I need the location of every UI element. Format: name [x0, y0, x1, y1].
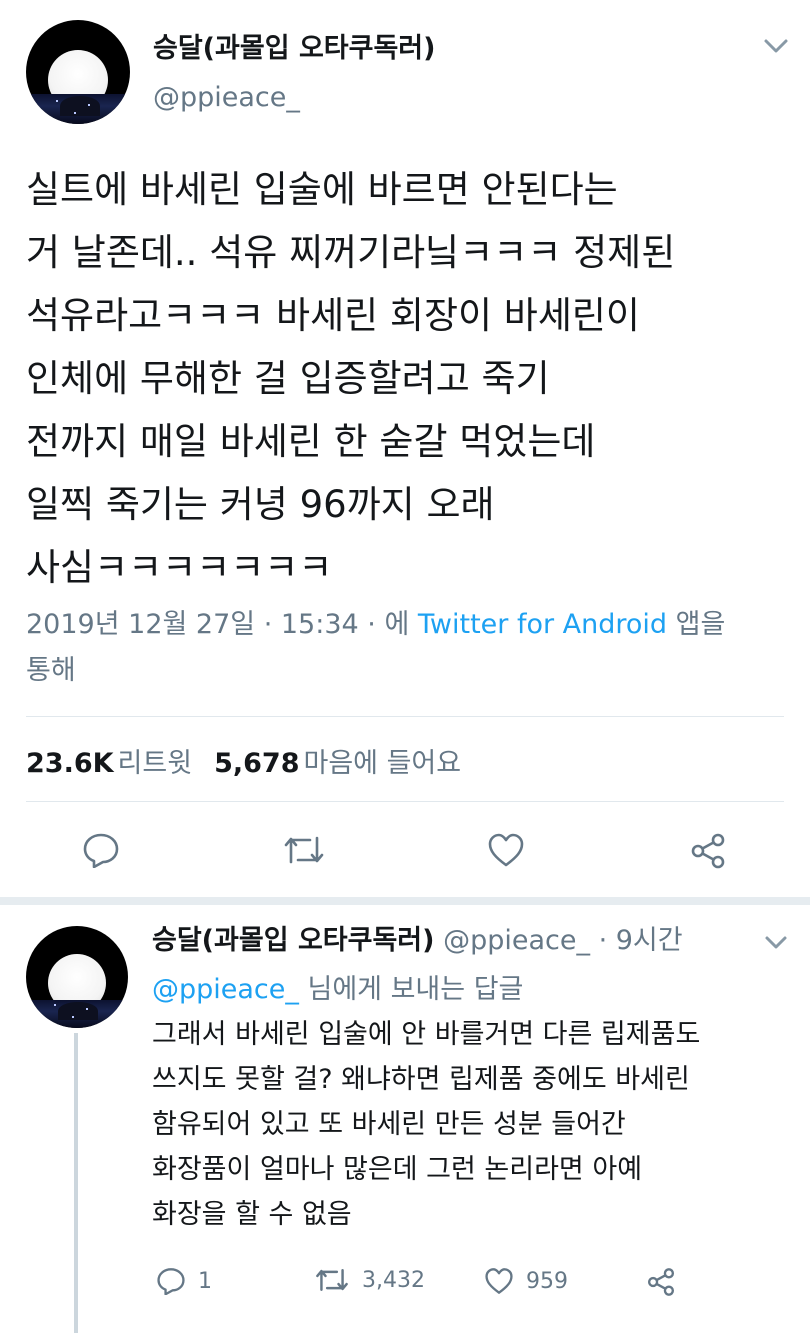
reply-text-line: 함유되어 있고 또 바세린 만든 성분 들어간 — [152, 1109, 626, 1140]
reply-icon — [83, 833, 119, 868]
share-button[interactable] — [646, 1267, 676, 1297]
reply-text: 그래서 바세린 입술에 안 바를거면 다른 립제품도 쓰지도 못할 걸? 왜냐하… — [152, 1012, 802, 1237]
via-prefix: 에 — [384, 609, 418, 640]
main-tweet: 승달(과몰입 오타쿠독러) @ppieace_ 실트에 바세린 입술에 바르면 … — [0, 0, 810, 897]
section-separator — [0, 897, 810, 905]
tweet-stats: 23.6K 리트윗 5,678 마음에 들어요 — [26, 741, 483, 780]
via-line2: 통해 — [26, 655, 76, 686]
rock-image — [60, 96, 100, 116]
tweet-text-line: 사심ㅋㅋㅋㅋㅋㅋㅋ — [26, 546, 333, 589]
reply-count: 1 — [198, 1268, 212, 1294]
share-button[interactable] — [689, 832, 727, 870]
retweet-count: 3,432 — [362, 1267, 425, 1293]
reply-text-line: 화장품이 얼마나 많은데 그런 논리라면 아예 — [152, 1154, 643, 1185]
avatar[interactable] — [26, 20, 130, 124]
user-handle[interactable]: @ppieace_ — [443, 925, 590, 956]
tweet-text-line: 실트에 바세린 입술에 바르면 안된다는 — [26, 168, 618, 211]
avatar[interactable] — [26, 926, 128, 1028]
tweet-text-line: 석유라고ㅋㅋㅋ 바세린 회장이 바세린이 — [26, 294, 640, 337]
display-name[interactable]: 승달(과몰입 오타쿠독러) — [152, 925, 434, 956]
tweet-text: 실트에 바세린 입술에 바르면 안된다는 거 날존데.. 석유 찌꺼기라닠ㅋㅋㅋ… — [26, 158, 796, 599]
reply-text-line: 그래서 바세린 입술에 안 바를거면 다른 립제품도 — [152, 1019, 701, 1050]
reply-header: 승달(과몰입 오타쿠독러) @ppieace_ · 9시간 — [152, 918, 683, 957]
tweet-meta: 2019년 12월 27일 · 15:34 · 에 Twitter for An… — [26, 602, 786, 694]
thread-line — [74, 1033, 78, 1333]
reply-icon — [157, 1268, 185, 1295]
meta-separator: · — [358, 609, 385, 640]
replying-to: @ppieace_ 님에게 보내는 답글 — [152, 967, 523, 1006]
tweet-text-line: 거 날존데.. 석유 찌꺼기라닠ㅋㅋㅋ 정제된 — [26, 231, 676, 274]
retweet-count[interactable]: 23.6K — [26, 748, 114, 779]
tweet-text-line: 일찍 죽기는 커녕 96까지 오래 — [26, 483, 495, 526]
heart-icon — [488, 833, 524, 867]
meta-separator: · — [255, 609, 281, 640]
reply-button[interactable] — [82, 832, 120, 868]
via-suffix: 앱을 — [667, 609, 726, 640]
display-name[interactable]: 승달(과몰입 오타쿠독러) — [153, 26, 435, 65]
replying-to-suffix: 님에게 보내는 답글 — [298, 974, 524, 1005]
user-handle[interactable]: @ppieace_ — [153, 82, 300, 113]
chevron-down-icon[interactable] — [762, 933, 790, 953]
like-count: 959 — [526, 1268, 568, 1294]
mention-link[interactable]: @ppieace_ — [152, 974, 299, 1005]
like-button[interactable]: 959 — [484, 1267, 568, 1295]
divider — [26, 716, 784, 717]
like-button[interactable] — [487, 832, 525, 868]
like-label[interactable]: 마음에 들어요 — [303, 748, 461, 779]
share-icon — [691, 833, 725, 869]
tweet-time: 15:34 — [280, 609, 359, 640]
retweet-label[interactable]: 리트윗 — [118, 748, 193, 779]
reply-text-line: 화장을 할 수 없음 — [152, 1199, 352, 1230]
share-icon — [647, 1268, 675, 1296]
tweet-text-line: 전까지 매일 바세린 한 숟갈 먹었는데 — [26, 420, 596, 463]
retweet-icon — [316, 1269, 348, 1291]
chevron-down-icon[interactable] — [762, 36, 790, 56]
tweet-text-line: 인체에 무해한 걸 입증할려고 죽기 — [26, 357, 550, 400]
reply-tweet[interactable]: 승달(과몰입 오타쿠독러) @ppieace_ · 9시간 @ppieace_ … — [0, 905, 810, 1333]
retweet-icon — [284, 836, 324, 864]
source-link[interactable]: Twitter for Android — [418, 609, 667, 640]
tweet-date: 2019년 12월 27일 — [26, 609, 256, 640]
like-count[interactable]: 5,678 — [214, 748, 299, 779]
reply-time: 9시간 — [615, 925, 683, 956]
retweet-button[interactable]: 3,432 — [314, 1267, 425, 1293]
dot-separator: · — [589, 925, 616, 956]
reply-button[interactable]: 1 — [156, 1267, 212, 1295]
heart-icon — [485, 1268, 513, 1294]
reply-text-line: 쓰지도 못할 걸? 왜냐하면 립제품 중에도 바세린 — [152, 1064, 690, 1095]
retweet-button[interactable] — [282, 834, 326, 866]
divider — [26, 801, 784, 802]
rock-image — [58, 1002, 98, 1020]
